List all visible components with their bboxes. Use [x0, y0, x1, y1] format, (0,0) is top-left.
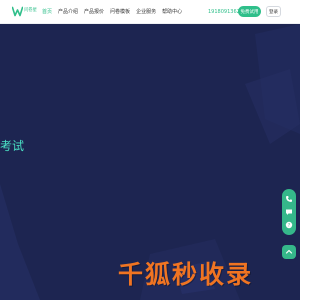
hero-banner: 考试 — [0, 24, 300, 300]
floating-contact-bar: ? — [282, 189, 296, 235]
nav-item-pricing[interactable]: 产品报价 — [84, 9, 104, 15]
logo-text: 问卷星 — [24, 8, 37, 14]
nav-item-products[interactable]: 产品介绍 — [58, 9, 78, 15]
hero-headline: 考试 — [0, 139, 25, 153]
nav-item-home[interactable]: 首页 — [42, 9, 52, 15]
main-nav: 首页 产品介绍 产品报价 问卷模板 企业服务 帮助中心 — [42, 9, 188, 15]
nav-item-enterprise[interactable]: 企业服务 — [136, 9, 156, 15]
back-to-top-icon — [285, 249, 293, 254]
help-icon[interactable]: ? — [285, 221, 293, 229]
nav-item-help[interactable]: 帮助中心 — [162, 9, 182, 15]
watermark-text: 千狐秒收录 — [118, 260, 254, 289]
back-to-top-button[interactable] — [282, 245, 296, 259]
chat-icon[interactable] — [285, 208, 293, 216]
phone-icon[interactable] — [285, 195, 293, 203]
w-logo-icon — [12, 6, 23, 17]
login-button[interactable]: 登录 — [266, 6, 281, 17]
nav-item-templates[interactable]: 问卷模板 — [110, 9, 130, 15]
hero-background-shapes — [0, 24, 300, 300]
logo[interactable]: 问卷星 — [12, 6, 37, 17]
free-trial-button[interactable]: 免费试用 — [238, 6, 261, 17]
top-navigation-bar: 问卷星 首页 产品介绍 产品报价 问卷模板 企业服务 帮助中心 19180913… — [0, 0, 300, 24]
